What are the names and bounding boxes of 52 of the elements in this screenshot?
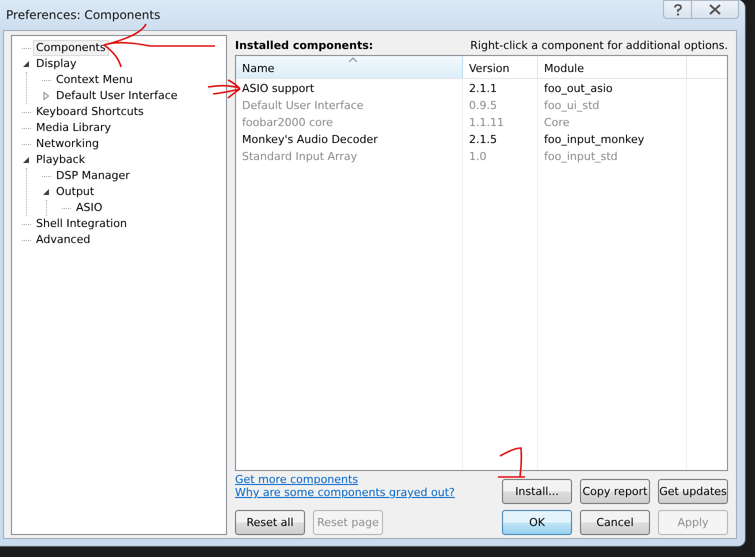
reset-button[interactable]: Reset all <box>235 510 305 535</box>
table-cell-text: Standard Input Array <box>241 150 358 163</box>
tree-item[interactable]: Playback <box>33 152 88 168</box>
action-button[interactable]: Copy report <box>580 479 650 504</box>
hint-text: Right-click a component for additional options. <box>470 39 728 52</box>
help-link[interactable]: Get more components <box>235 473 455 486</box>
help-link[interactable]: Why are some components grayed out? <box>235 486 455 499</box>
table-cell-text: Monkey's Audio Decoder <box>241 133 379 146</box>
tree-item[interactable]: Keyboard Shortcuts <box>33 104 147 120</box>
tree-item[interactable]: Networking <box>33 136 102 152</box>
table-cell-text: ASIO support <box>241 82 316 95</box>
dialog-button[interactable]: Cancel <box>580 510 650 535</box>
expanded-triangle-icon[interactable] <box>22 60 30 68</box>
column-header[interactable]: Module <box>538 56 687 78</box>
tree-item[interactable]: Context Menu <box>53 72 136 88</box>
window-title: Preferences: Components <box>5 7 160 22</box>
tree-item[interactable]: DSP Manager <box>53 168 133 184</box>
tree-item[interactable]: Shell Integration <box>33 216 130 232</box>
annotation-arrow <box>497 447 526 478</box>
column-header[interactable]: Version <box>463 56 538 78</box>
table-cell-text: Default User Interface <box>241 99 365 112</box>
table-cell-text: 1.0 <box>468 150 488 163</box>
tree-item[interactable]: Output <box>53 184 98 200</box>
table-cell-text: foo_ui_std <box>543 99 600 112</box>
expanded-triangle-icon[interactable] <box>22 156 30 164</box>
tree-item[interactable]: Components <box>33 40 109 56</box>
table-cell-text: foo_out_asio <box>543 82 614 95</box>
table-cell-text: foo_input_monkey <box>543 133 646 146</box>
section-heading: Installed components: <box>235 39 374 52</box>
tree-item[interactable]: ASIO <box>73 200 106 216</box>
help-icon <box>672 4 682 16</box>
tree-item[interactable]: Default User Interface <box>53 88 181 104</box>
collapsed-triangle-icon[interactable] <box>42 92 50 100</box>
expanded-triangle-icon[interactable] <box>42 188 50 196</box>
table-cell-text: 2.1.1 <box>468 82 498 95</box>
action-button[interactable]: Install... <box>502 479 572 504</box>
action-button[interactable]: Get updates <box>658 479 728 504</box>
column-header[interactable]: Name <box>236 56 463 78</box>
dialog-button[interactable]: OK <box>502 510 572 535</box>
tree-item[interactable]: Media Library <box>33 120 114 136</box>
tree-item[interactable]: Display <box>33 56 80 72</box>
close-icon <box>709 4 721 15</box>
close-button[interactable] <box>692 0 739 19</box>
table-cell-text: foo_input_std <box>543 150 619 163</box>
annotation-arrow <box>207 79 241 99</box>
table-cell-text: 0.9.5 <box>468 99 498 112</box>
table-cell-text: Core <box>543 116 570 129</box>
table-cell-text: 1.1.11 <box>468 116 505 129</box>
table-cell-text: foobar2000 core <box>241 116 334 129</box>
table-cell-text: 2.1.5 <box>468 133 498 146</box>
tree-item[interactable]: Advanced <box>33 232 94 248</box>
help-button[interactable] <box>663 0 692 19</box>
